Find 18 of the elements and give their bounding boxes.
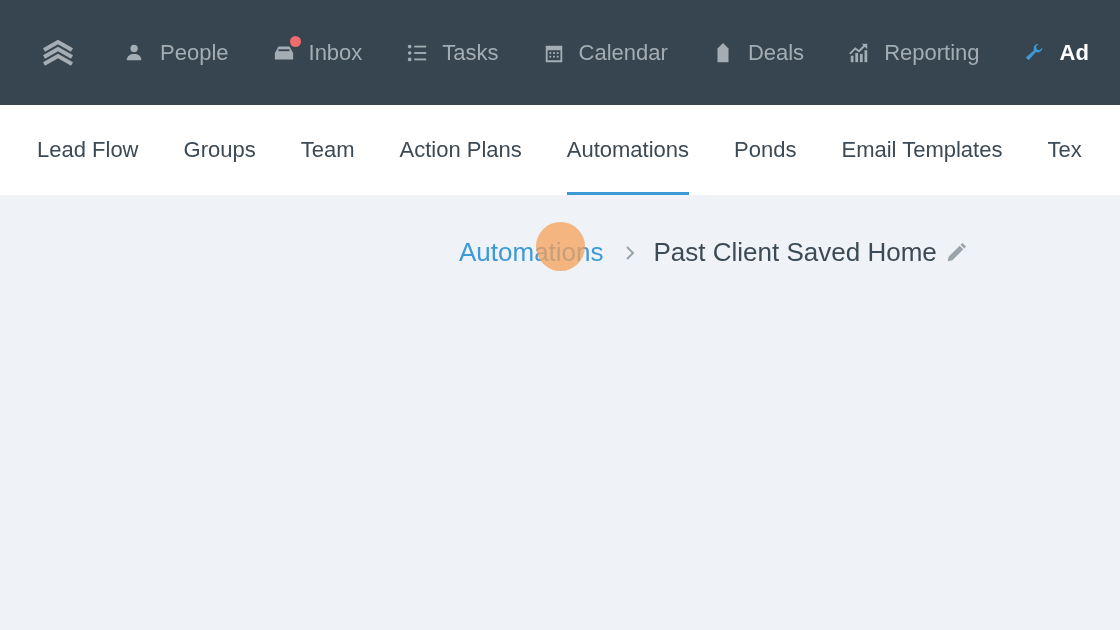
sub-nav-tab[interactable]: Tex	[1047, 105, 1082, 195]
nav-tab[interactable]: Inbox	[272, 39, 363, 66]
chevron-icon	[623, 244, 636, 261]
nav-tab[interactable]: Reporting	[848, 39, 980, 66]
sub-nav-tab[interactable]: Action Plans	[399, 105, 522, 195]
nav-tab[interactable]: Ad	[1023, 39, 1089, 66]
nav-tab[interactable]: Deals	[711, 39, 805, 66]
nav-tab[interactable]: People	[124, 39, 229, 66]
sub-nav-tab[interactable]: Email Templates	[841, 105, 1003, 195]
page-title: Past Client Saved Home	[653, 237, 937, 268]
nav-tab[interactable]: Calendar	[542, 39, 668, 66]
sub-nav-tab[interactable]: Ponds	[734, 105, 797, 195]
sub-nav-tab[interactable]: Team	[300, 105, 355, 195]
sub-nav-tab[interactable]: Automations	[566, 105, 690, 195]
sub-nav-tab[interactable]: Lead Flow	[37, 105, 139, 195]
nav-tab[interactable]: Tasks	[406, 39, 499, 66]
sub-nav-tab[interactable]: Groups	[183, 105, 256, 195]
logo-icon[interactable]	[40, 37, 76, 68]
